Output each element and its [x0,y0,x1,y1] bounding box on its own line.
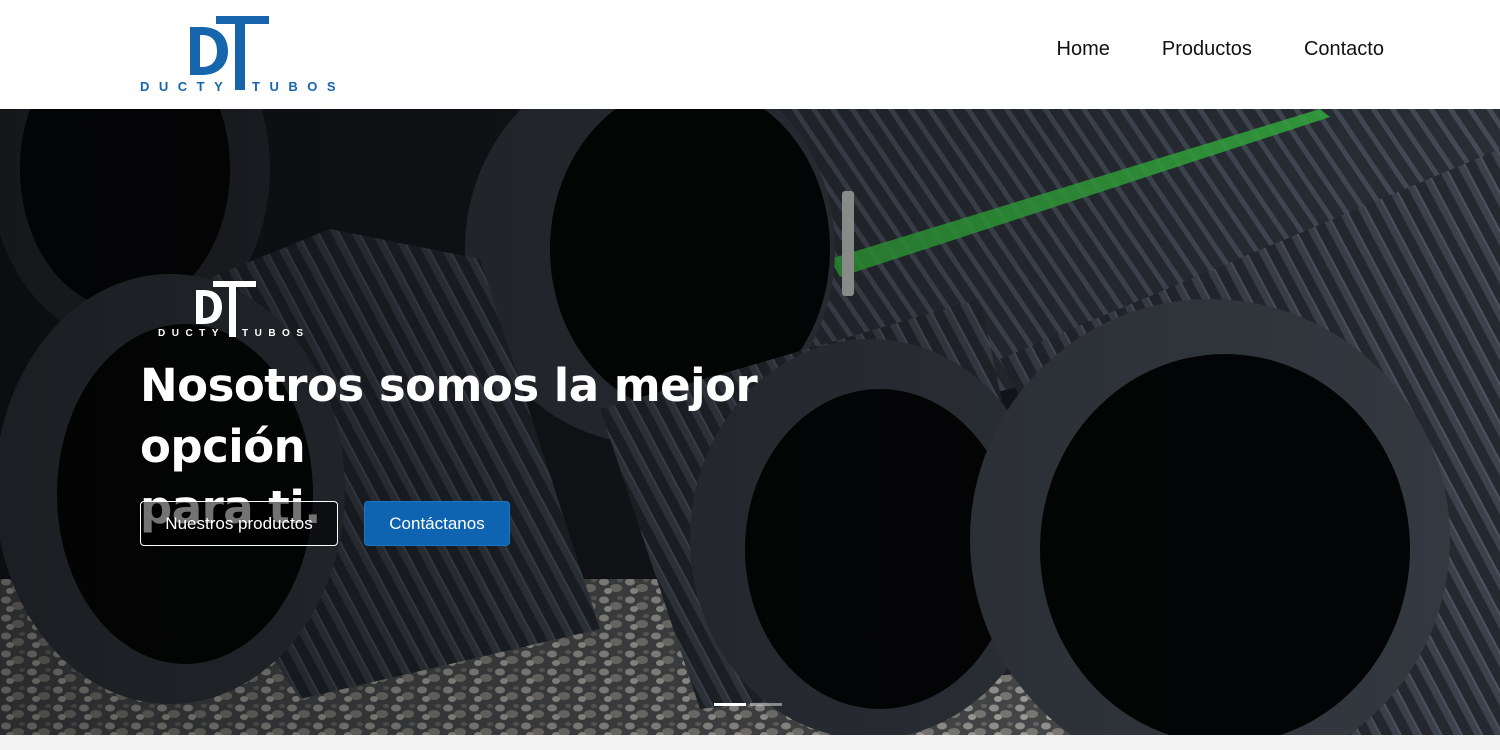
carousel-indicators [714,703,782,706]
site-header: DUCTY TUBOS Home Productos Contacto [0,0,1500,109]
logo-right-word: TUBOS [252,79,345,94]
below-hero-section [0,735,1500,750]
nuestros-productos-button[interactable]: Nuestros productos [140,501,338,546]
nav-home-link[interactable]: Home [1057,38,1110,61]
logo-left-word: DUCTY [140,79,232,94]
carousel-dot-2[interactable] [750,703,782,706]
nav-productos-link[interactable]: Productos [1162,38,1252,61]
contactanos-button[interactable]: Contáctanos [364,501,510,546]
carousel-dot-1[interactable] [714,703,746,706]
hero-carousel: DUCTY TUBOS Nosotros somos la mejor opci… [0,109,1500,735]
hero-ductytubos-logo: DUCTY TUBOS [156,281,316,341]
hero-title-line1: Nosotros somos la mejor opción [140,359,758,473]
ductytubos-logo[interactable]: DUCTY TUBOS [138,12,348,96]
nav-contacto-link[interactable]: Contacto [1304,38,1384,61]
hero-logo-right-word: TUBOS [242,328,310,339]
hero-logo-left-word: DUCTY [158,328,225,339]
main-nav: Home Productos Contacto [1057,38,1384,61]
